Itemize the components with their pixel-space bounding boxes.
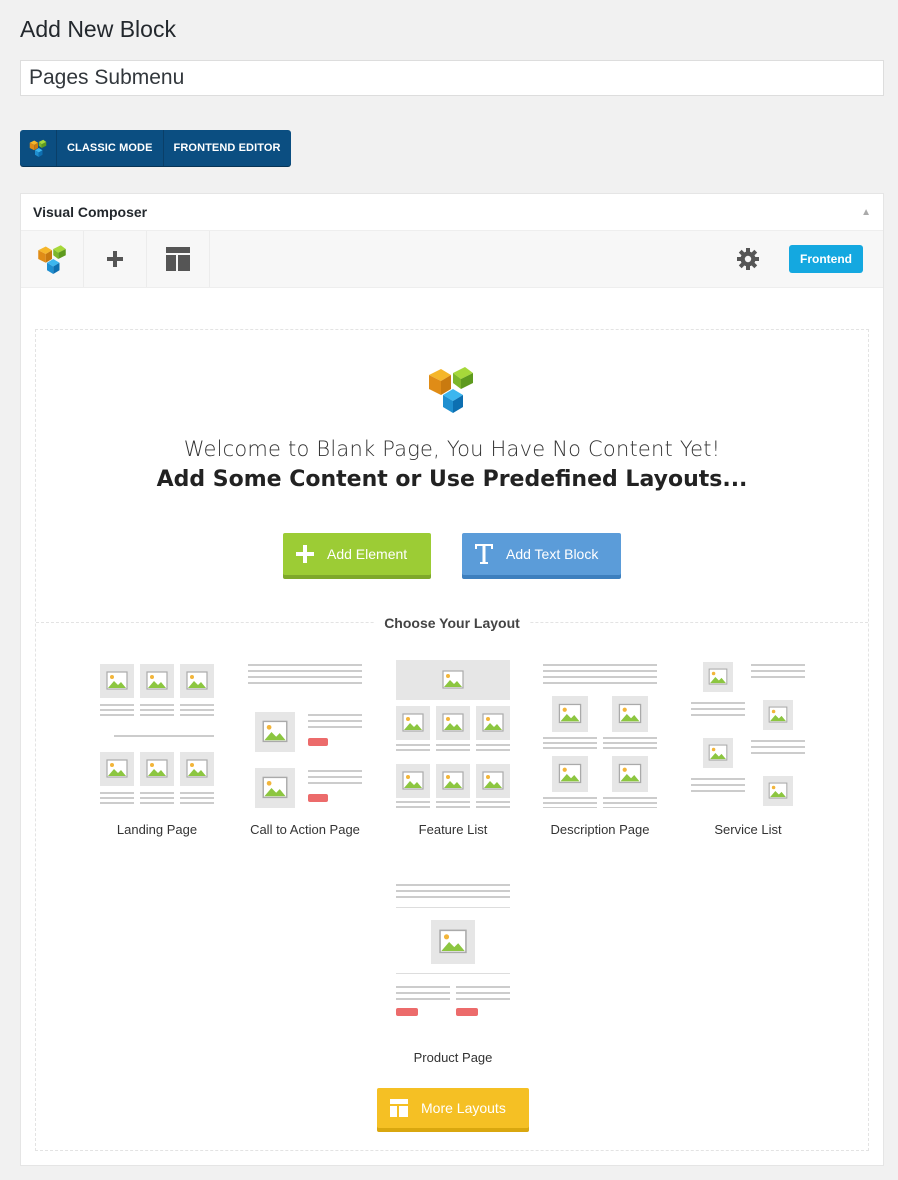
frontend-button[interactable]: Frontend: [789, 245, 863, 273]
visual-composer-panel: Visual Composer ▲ Frontend Welcome to Bl…: [20, 193, 884, 1166]
welcome-heading: Welcome to Blank Page, You Have No Conte…: [183, 437, 721, 461]
gear-icon[interactable]: [717, 231, 779, 287]
classic-mode-button[interactable]: CLASSIC MODE: [57, 130, 164, 166]
add-element-button[interactable]: Add Element: [283, 533, 431, 575]
layout-tile-service-list[interactable]: Service List: [691, 658, 805, 837]
layout-label: Service List: [714, 822, 782, 837]
call-to-action-thumbnail: [248, 664, 362, 808]
product-page-thumbnail: [396, 884, 510, 1016]
description-page-thumbnail: [543, 664, 657, 808]
add-element-label: Add Element: [327, 546, 408, 562]
add-text-block-button[interactable]: Add Text Block: [462, 533, 621, 575]
layout-tile-product-page[interactable]: Product Page: [396, 878, 510, 1065]
vc-logo-icon[interactable]: [20, 130, 57, 166]
more-layouts-button[interactable]: More Layouts: [377, 1088, 529, 1128]
post-title-input[interactable]: [20, 60, 884, 96]
choose-layout-heading-wrap: Choose Your Layout: [36, 615, 868, 633]
text-t-icon: [462, 543, 506, 565]
layout-label: Call to Action Page: [250, 822, 360, 837]
layout-label: Landing Page: [116, 822, 198, 837]
panel-header[interactable]: Visual Composer ▲: [21, 194, 883, 231]
landing-page-thumbnail: [100, 664, 214, 804]
panel-title: Visual Composer: [33, 204, 148, 220]
more-layouts-label: More Layouts: [421, 1100, 506, 1116]
templates-icon: [377, 1098, 421, 1118]
vc-toolbar: Frontend: [21, 231, 883, 288]
layout-label: Description Page: [550, 822, 650, 837]
choose-layout-heading: Choose Your Layout: [374, 615, 530, 631]
collapse-arrow-icon[interactable]: ▲: [861, 207, 871, 218]
layout-tile-description-page[interactable]: Description Page: [543, 658, 657, 837]
editor-mode-bar: CLASSIC MODE FRONTEND EDITOR: [20, 130, 291, 166]
plus-icon: [283, 545, 327, 563]
vc-logo-icon: [427, 364, 475, 419]
templates-icon[interactable]: [147, 231, 210, 287]
plus-icon[interactable]: [84, 231, 147, 287]
vc-empty-canvas: Welcome to Blank Page, You Have No Conte…: [35, 329, 869, 1151]
vc-logo-icon[interactable]: [21, 231, 84, 287]
layout-tile-feature-list[interactable]: Feature List: [396, 658, 510, 837]
service-list-thumbnail: [691, 662, 805, 806]
layout-label: Feature List: [418, 822, 488, 837]
welcome-subheading: Add Some Content or Use Predefined Layou…: [156, 467, 748, 492]
layout-tile-landing-page[interactable]: Landing Page: [100, 658, 214, 837]
frontend-editor-button[interactable]: FRONTEND EDITOR: [164, 130, 291, 166]
add-text-block-label: Add Text Block: [506, 546, 599, 562]
feature-list-thumbnail: [396, 660, 510, 808]
page-title: Add New Block: [20, 16, 176, 42]
layout-tile-call-to-action-page[interactable]: Call to Action Page: [248, 658, 362, 837]
layout-label: Product Page: [413, 1050, 493, 1065]
